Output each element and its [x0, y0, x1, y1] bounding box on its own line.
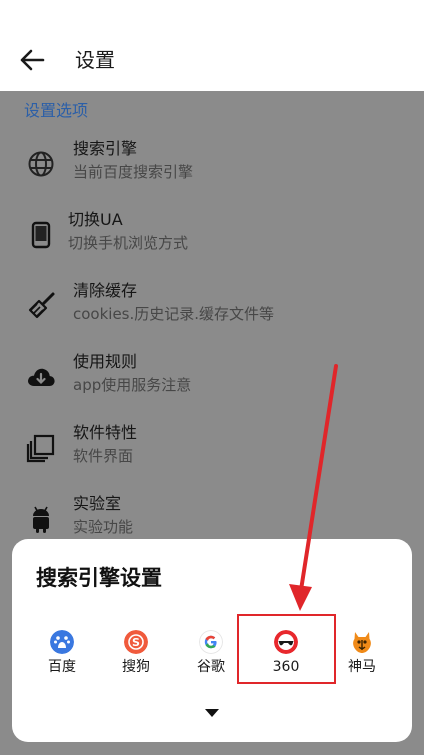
cloud-download-icon — [28, 368, 55, 386]
baidu-icon — [50, 630, 74, 654]
layers-icon — [26, 434, 55, 463]
engine-label: 百度 — [48, 659, 76, 675]
svg-text:S: S — [132, 636, 140, 649]
settings-item-usage-rules[interactable]: 使用规则 app使用服务注意 — [0, 346, 424, 410]
search-engine-sheet: 搜索引擎设置 百度 S 搜狗 谷歌 360 神马 — [12, 539, 412, 742]
back-arrow-icon[interactable] — [18, 46, 46, 74]
shenma-icon — [353, 632, 371, 653]
settings-item-subtitle: 实验功能 — [73, 518, 134, 536]
engine-label: 搜狗 — [122, 659, 150, 675]
settings-item-title: 使用规则 — [73, 352, 138, 371]
settings-item-clear-cache[interactable]: 清除缓存 cookies.历史记录.缓存文件等 — [0, 275, 424, 339]
phone-icon — [31, 221, 51, 249]
settings-item-subtitle: 切换手机浏览方式 — [68, 234, 189, 252]
app-bar: 设置 — [0, 0, 424, 91]
section-header: 设置选项 — [24, 101, 89, 120]
settings-item-subtitle: 软件界面 — [73, 447, 134, 465]
globe-icon — [28, 151, 54, 177]
highlight-box — [237, 614, 336, 684]
engine-option-sogou[interactable]: S 搜狗 — [100, 627, 172, 683]
settings-item-switch-ua[interactable]: 切换UA 切换手机浏览方式 — [0, 204, 424, 268]
settings-item-title: 切换UA — [68, 210, 123, 229]
chevron-down-icon[interactable] — [203, 707, 221, 719]
page-title: 设置 — [75, 48, 115, 72]
broom-icon — [28, 292, 55, 319]
settings-item-title: 实验室 — [73, 494, 122, 513]
engine-label: 神马 — [348, 659, 376, 675]
settings-item-subtitle: 当前百度搜索引擎 — [73, 163, 194, 181]
settings-item-subtitle: app使用服务注意 — [73, 376, 192, 394]
sheet-title: 搜索引擎设置 — [36, 566, 162, 590]
engine-option-baidu[interactable]: 百度 — [26, 627, 98, 683]
settings-item-title: 搜索引擎 — [73, 139, 138, 158]
android-icon — [33, 506, 49, 533]
settings-item-search-engine[interactable]: 搜索引擎 当前百度搜索引擎 — [0, 133, 424, 197]
settings-item-title: 清除缓存 — [73, 281, 138, 300]
google-icon — [199, 630, 223, 654]
settings-item-features[interactable]: 软件特性 软件界面 — [0, 417, 424, 481]
settings-item-subtitle: cookies.历史记录.缓存文件等 — [73, 305, 275, 323]
sogou-icon: S — [124, 630, 148, 654]
settings-item-title: 软件特性 — [73, 423, 138, 442]
engine-option-shenma[interactable]: 神马 — [326, 627, 398, 683]
